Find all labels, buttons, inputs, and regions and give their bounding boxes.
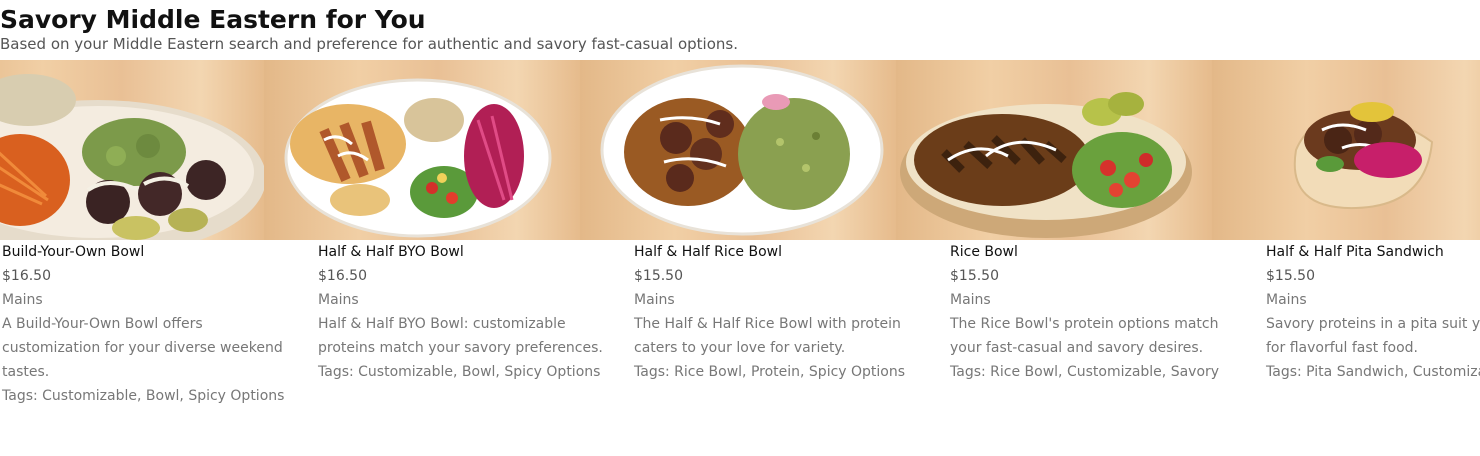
item-category: Mains — [318, 292, 359, 308]
menu-item-card[interactable]: Half & Half Rice Bowl $15.50 Mains The H… — [580, 60, 905, 456]
item-info: Half & Half BYO Bowl $16.50 Mains Half &… — [318, 240, 618, 384]
recommendation-section: Savory Middle Eastern for You Based on y… — [0, 0, 1480, 456]
item-price: $16.50 — [318, 268, 367, 284]
item-tags: Tags: Customizable, Bowl, Spicy Options — [2, 388, 285, 404]
item-name[interactable]: Build-Your-Own Bowl — [2, 240, 302, 264]
pita-sandwich-photo[interactable] — [1212, 60, 1480, 240]
item-description: A Build-Your-Own Bowl offers customizati… — [2, 316, 283, 380]
menu-item-card[interactable]: Build-Your-Own Bowl $16.50 Mains A Build… — [0, 60, 284, 456]
byo-bowl-photo[interactable] — [0, 60, 264, 240]
section-subtitle: Based on your Middle Eastern search and … — [0, 35, 738, 53]
item-info: Half & Half Pita Sandwich $15.50 Mains S… — [1266, 240, 1480, 384]
item-name[interactable]: Rice Bowl — [950, 240, 1250, 264]
item-name[interactable]: Half & Half BYO Bowl — [318, 240, 618, 264]
item-category: Mains — [2, 292, 43, 308]
item-info: Build-Your-Own Bowl $16.50 Mains A Build… — [2, 240, 302, 408]
menu-item-card[interactable]: Half & Half BYO Bowl $16.50 Mains Half &… — [264, 60, 603, 456]
half-half-rice-bowl-photo[interactable] — [580, 60, 896, 240]
item-category: Mains — [1266, 292, 1307, 308]
rice-bowl-photo[interactable] — [896, 60, 1212, 240]
item-tags: Tags: Pita Sandwich, Customiza — [1266, 364, 1480, 380]
item-price: $15.50 — [634, 268, 683, 284]
item-tags: Tags: Rice Bowl, Protein, Spicy Options — [634, 364, 906, 380]
item-info: Rice Bowl $15.50 Mains The Rice Bowl's p… — [950, 240, 1250, 384]
item-tags: Tags: Customizable, Bowl, Spicy Options — [318, 364, 601, 380]
item-category: Mains — [950, 292, 991, 308]
item-price: $16.50 — [2, 268, 51, 284]
menu-item-card[interactable]: Half & Half Pita Sandwich $15.50 Mains S… — [1212, 60, 1480, 456]
item-description: Savory proteins in a pita suit your crav… — [1266, 316, 1480, 356]
item-category: Mains — [634, 292, 675, 308]
item-description: The Rice Bowl's protein options match yo… — [950, 316, 1219, 356]
half-half-byo-bowl-photo[interactable] — [264, 60, 580, 240]
item-description: Half & Half BYO Bowl: customizable prote… — [318, 316, 603, 356]
item-info: Half & Half Rice Bowl $15.50 Mains The H… — [634, 240, 934, 384]
item-carousel[interactable]: Build-Your-Own Bowl $16.50 Mains A Build… — [0, 60, 1480, 456]
menu-item-card[interactable]: Rice Bowl $15.50 Mains The Rice Bowl's p… — [896, 60, 1219, 456]
item-description: The Half & Half Rice Bowl with protein c… — [634, 316, 901, 356]
item-name[interactable]: Half & Half Rice Bowl — [634, 240, 934, 264]
section-title: Savory Middle Eastern for You — [0, 5, 426, 34]
item-price: $15.50 — [1266, 268, 1315, 284]
item-tags: Tags: Rice Bowl, Customizable, Savory — [950, 364, 1220, 380]
item-price: $15.50 — [950, 268, 999, 284]
item-name[interactable]: Half & Half Pita Sandwich — [1266, 240, 1480, 264]
